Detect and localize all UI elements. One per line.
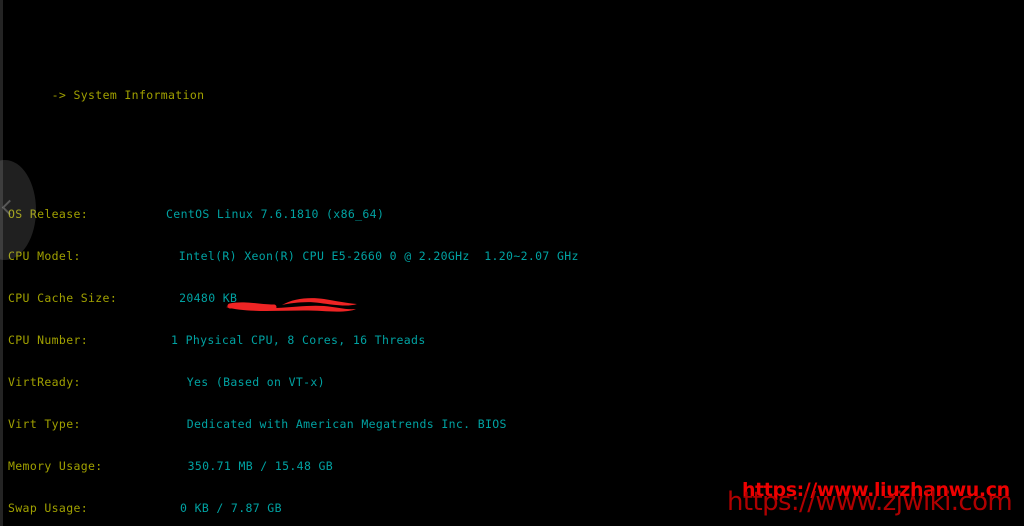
info-row: OS Release: CentOS Linux 7.6.1810 (x86_64… [8, 207, 1024, 221]
row-label: CPU Model: [8, 249, 81, 263]
row-label: OS Release: [8, 207, 89, 221]
section-header-system-text: -> System Information [51, 88, 205, 102]
row-label: Memory Usage: [8, 459, 103, 473]
info-row: Virt Type: Dedicated with American Megatr… [8, 417, 1024, 431]
row-label: CPU Number: [8, 333, 89, 347]
row-value: Intel(R) Xeon(R) CPU E5-2660 0 @ 2.20GHz… [178, 249, 579, 263]
info-row: CPU Number: 1 Physical CPU, 8 Cores, 16 T… [8, 333, 1024, 347]
row-label: Swap Usage: [8, 501, 89, 515]
row-value: 0 KB / 7.87 GB [180, 501, 282, 515]
info-row: CPU Model: Intel(R) Xeon(R) CPU E5-2660 0… [8, 249, 1024, 263]
row-value: 350.71 MB / 15.48 GB [187, 459, 334, 473]
row-value: CentOS Linux 7.6.1810 (x86_64) [166, 207, 385, 221]
info-row: Swap Usage: 0 KB / 7.87 GB [8, 501, 1024, 515]
row-label: CPU Cache Size: [8, 291, 118, 305]
row-label: Virt Type: [8, 417, 81, 431]
row-value: 20480 KB [179, 291, 238, 305]
section-header-system: -> System Information [8, 74, 1024, 102]
row-label: VirtReady: [8, 375, 81, 389]
info-row: Memory Usage: 350.71 MB / 15.48 GB [8, 459, 1024, 473]
terminal-screen: -> System Information OS Release: CentOS … [0, 0, 1024, 526]
terminal-output: -> System Information OS Release: CentOS … [0, 0, 1024, 526]
row-value: 1 Physical CPU, 8 Cores, 16 Threads [171, 333, 426, 347]
row-value: Yes (Based on VT-x) [186, 375, 325, 389]
info-row: VirtReady: Yes (Based on VT-x) [8, 375, 1024, 389]
row-value: Dedicated with American Megatrends Inc. … [186, 417, 507, 431]
info-row: CPU Cache Size: 20480 KB [8, 291, 1024, 305]
